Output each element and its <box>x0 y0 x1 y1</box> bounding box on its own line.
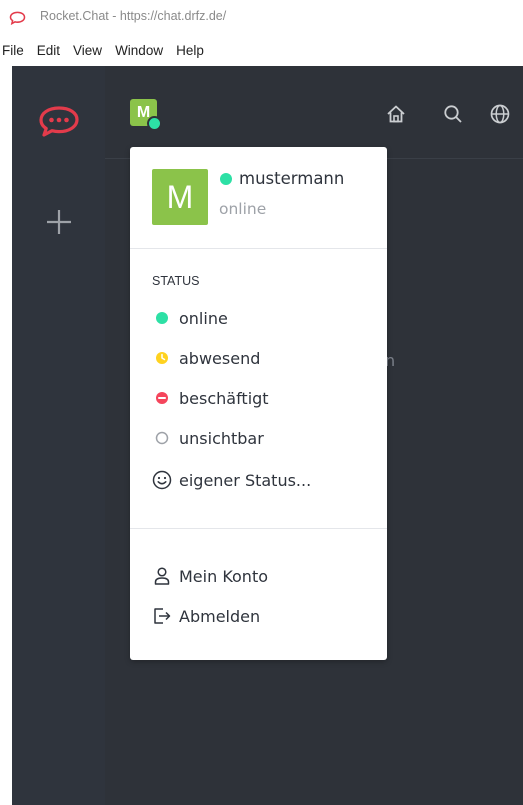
status-label: online <box>179 308 228 328</box>
status-option-away[interactable]: abwesend <box>152 344 372 372</box>
server-rail <box>12 66 105 805</box>
popover-user-info: M mustermann online <box>130 147 387 249</box>
online-status-dot <box>147 116 162 131</box>
rocketchat-app-icon <box>9 11 26 25</box>
username: mustermann <box>239 169 345 188</box>
smiley-icon <box>152 470 172 490</box>
status-option-online[interactable]: online <box>152 304 372 332</box>
status-label: abwesend <box>179 348 261 368</box>
busy-minus-icon <box>152 388 172 408</box>
online-status-dot <box>220 172 232 185</box>
status-option-invisible[interactable]: unsichtbar <box>152 424 372 452</box>
search-icon[interactable] <box>442 103 464 125</box>
menu-view[interactable]: View <box>73 43 102 58</box>
add-server-icon[interactable] <box>41 204 77 240</box>
menu-bar: File Edit View Window Help <box>0 36 523 64</box>
title-bar: Rocket.Chat - https://chat.drfz.de/ <box>0 0 523 34</box>
logout-icon <box>152 606 172 626</box>
current-status-text: online <box>219 200 267 218</box>
sidebar-header: M <box>105 66 523 159</box>
status-label: eigener Status... <box>179 470 312 490</box>
popover-avatar: M <box>152 169 208 225</box>
popover-avatar-initial: M <box>166 178 194 215</box>
away-clock-icon <box>152 348 172 368</box>
username-row: mustermann <box>220 169 344 188</box>
my-account-item[interactable]: Mein Konto <box>152 562 372 590</box>
logout-label: Abmelden <box>179 606 261 626</box>
status-option-busy[interactable]: beschäftigt <box>152 384 372 412</box>
logout-item[interactable]: Abmelden <box>152 602 372 630</box>
online-dot-icon <box>152 308 172 328</box>
popover-divider <box>130 528 387 529</box>
account-label: Mein Konto <box>179 566 269 586</box>
menu-file[interactable]: File <box>2 43 24 58</box>
menu-window[interactable]: Window <box>115 43 163 58</box>
menu-help[interactable]: Help <box>176 43 204 58</box>
user-icon <box>152 566 172 586</box>
window-title: Rocket.Chat - https://chat.drfz.de/ <box>40 9 227 23</box>
invisible-circle-icon <box>152 428 172 448</box>
status-option-custom[interactable]: eigener Status... <box>152 466 372 494</box>
menu-edit[interactable]: Edit <box>37 43 60 58</box>
rocketchat-logo-icon[interactable] <box>35 104 83 138</box>
status-label: unsichtbar <box>179 428 264 448</box>
home-icon[interactable] <box>385 103 407 125</box>
status-label: beschäftigt <box>179 388 269 408</box>
user-status-popover: M mustermann online STATUS online abwese… <box>130 147 387 660</box>
globe-icon[interactable] <box>489 103 511 125</box>
user-avatar-button[interactable]: M <box>130 99 162 131</box>
status-section-title: STATUS <box>152 274 200 288</box>
